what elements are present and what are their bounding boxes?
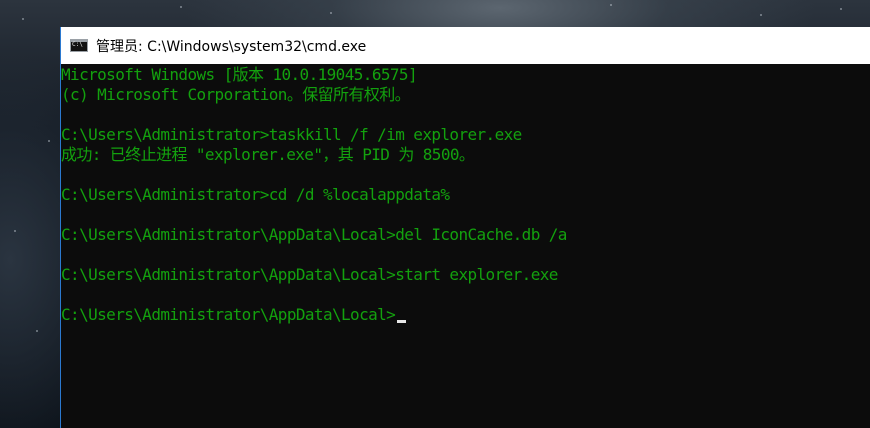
prompt-text: C:\Users\Administrator\AppData\Local> [61,305,396,324]
wallpaper-star [840,8,842,10]
console-line: (c) Microsoft Corporation。保留所有权利。 [61,85,411,104]
console-line: C:\Users\Administrator\AppData\Local>del… [61,225,567,244]
wallpaper-star [330,12,332,14]
wallpaper-star [180,6,182,8]
text-cursor [397,320,407,323]
console-line: Microsoft Windows [版本 10.0.19045.6575] [61,65,418,84]
wallpaper-star [48,140,50,142]
wallpaper-star [610,4,612,6]
cmd-window[interactable]: 管理员: C:\Windows\system32\cmd.exe Microso… [60,27,870,428]
title-bar[interactable]: 管理员: C:\Windows\system32\cmd.exe [61,27,870,64]
cmd-icon[interactable] [70,39,88,52]
console-line: C:\Users\Administrator>taskkill /f /im e… [61,125,522,144]
command-prompt[interactable]: C:\Users\Administrator\AppData\Local> [61,305,870,325]
console-output[interactable]: Microsoft Windows [版本 10.0.19045.6575] (… [61,64,870,428]
wallpaper-star [36,330,38,332]
window-title: 管理员: C:\Windows\system32\cmd.exe [96,38,367,55]
console-line: 成功: 已终止进程 "explorer.exe"，其 PID 为 8500。 [61,145,475,164]
wallpaper-star [760,14,762,16]
wallpaper-star [22,18,24,20]
console-line: C:\Users\Administrator>cd /d %localappda… [61,185,450,204]
wallpaper-star [14,230,16,232]
console-line: C:\Users\Administrator\AppData\Local>sta… [61,265,558,284]
